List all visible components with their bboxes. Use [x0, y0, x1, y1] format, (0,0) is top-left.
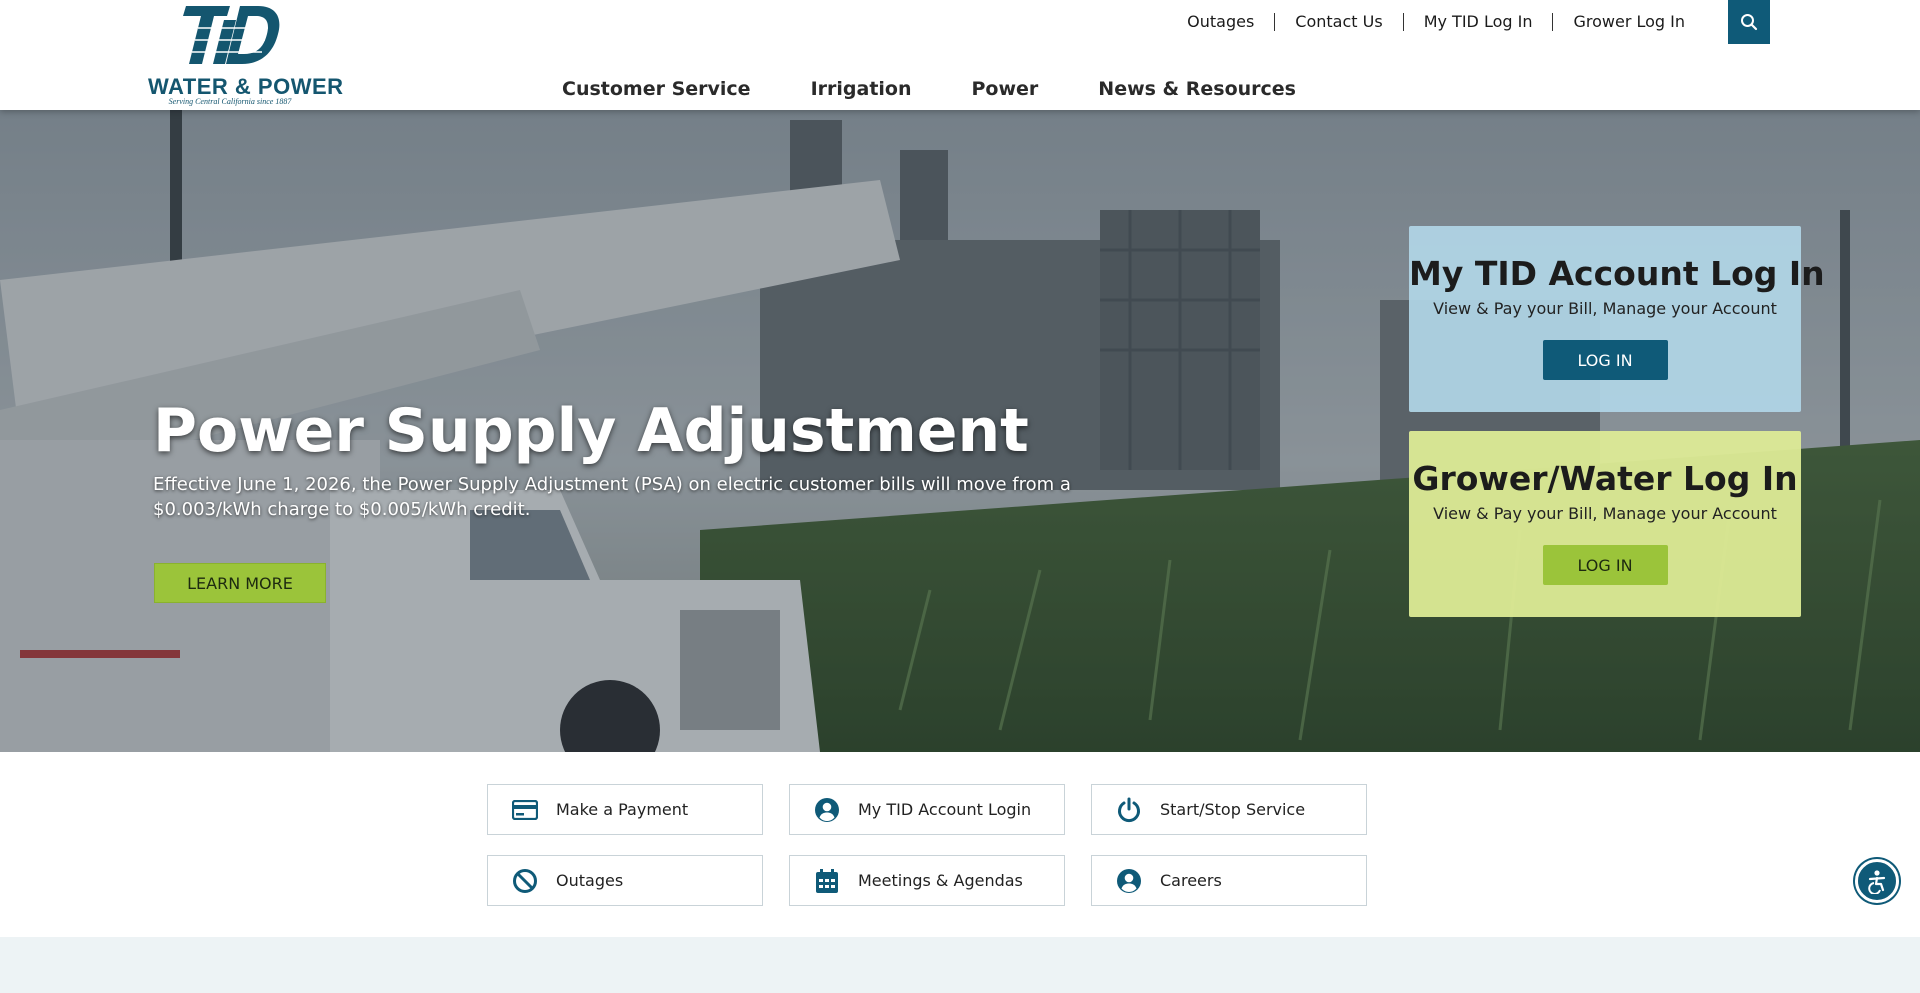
grower-login-button[interactable]: LOG IN — [1542, 545, 1668, 585]
util-link-grower-login[interactable]: Grower Log In — [1553, 12, 1685, 32]
quick-link-label: Careers — [1160, 871, 1222, 890]
footer-band — [0, 937, 1920, 993]
logo-tagline: Serving Central California since 1887 — [168, 97, 292, 106]
user-circle-icon — [1116, 868, 1142, 894]
user-circle-icon — [814, 797, 840, 823]
quick-link-my-tid-account-login[interactable]: My TID Account Login — [789, 784, 1065, 835]
my-tid-login-title: My TID Account Log In — [1409, 254, 1825, 293]
util-link-contact-us[interactable]: Contact Us — [1275, 12, 1402, 32]
accessibility-icon — [1868, 870, 1886, 894]
my-tid-login-card: My TID Account Log In View & Pay your Bi… — [1409, 226, 1825, 412]
search-button[interactable] — [1728, 0, 1770, 44]
learn-more-button[interactable]: LEARN MORE — [154, 563, 326, 603]
nav-customer-service[interactable]: Customer Service — [562, 78, 751, 100]
credit-card-icon — [512, 797, 538, 823]
quick-link-label: Meetings & Agendas — [858, 871, 1023, 890]
hero-description: Effective June 1, 2026, the Power Supply… — [153, 474, 1071, 520]
quick-link-label: Start/Stop Service — [1160, 800, 1306, 819]
nav-irrigation[interactable]: Irrigation — [811, 78, 912, 100]
quick-link-label: Make a Payment — [556, 800, 689, 819]
my-tid-login-subtitle: View & Pay your Bill, Manage your Accoun… — [1433, 299, 1777, 318]
quick-link-meetings-agendas[interactable]: Meetings & Agendas — [789, 855, 1065, 906]
util-link-outages[interactable]: Outages — [1167, 12, 1274, 32]
tid-monogram-icon — [183, 6, 280, 64]
tid-logo[interactable]: WATER & POWER Serving Central California… — [148, 4, 343, 106]
my-tid-login-button[interactable]: LOG IN — [1542, 340, 1668, 380]
quick-link-careers[interactable]: Careers — [1091, 855, 1367, 906]
quick-link-make-payment[interactable]: Make a Payment — [487, 784, 763, 835]
grower-login-title: Grower/Water Log In — [1412, 459, 1798, 498]
search-icon — [1741, 14, 1758, 31]
accessibility-button[interactable] — [1855, 859, 1899, 903]
quick-link-label: Outages — [556, 871, 624, 890]
quick-link-start-stop-service[interactable]: Start/Stop Service — [1091, 784, 1367, 835]
grower-login-subtitle: View & Pay your Bill, Manage your Accoun… — [1433, 504, 1777, 523]
util-link-my-tid-login[interactable]: My TID Log In — [1404, 12, 1553, 32]
hero-banner: Power Supply Adjustment Effective June 1… — [0, 110, 1920, 752]
utility-nav: Outages Contact Us My TID Log In Grower … — [1167, 12, 1685, 32]
nav-power[interactable]: Power — [972, 78, 1039, 100]
site-header: WATER & POWER Serving Central California… — [0, 0, 1920, 110]
power-icon — [1116, 797, 1142, 823]
quick-link-label: My TID Account Login — [858, 800, 1032, 819]
hero-title: Power Supply Adjustment — [153, 396, 1029, 466]
calendar-icon — [814, 868, 840, 894]
main-nav: Customer Service Irrigation Power News &… — [532, 78, 1326, 100]
quick-link-outages[interactable]: Outages — [487, 855, 763, 906]
ban-icon — [512, 868, 538, 894]
grower-login-card: Grower/Water Log In View & Pay your Bill… — [1409, 431, 1801, 617]
nav-news-resources[interactable]: News & Resources — [1098, 78, 1296, 100]
